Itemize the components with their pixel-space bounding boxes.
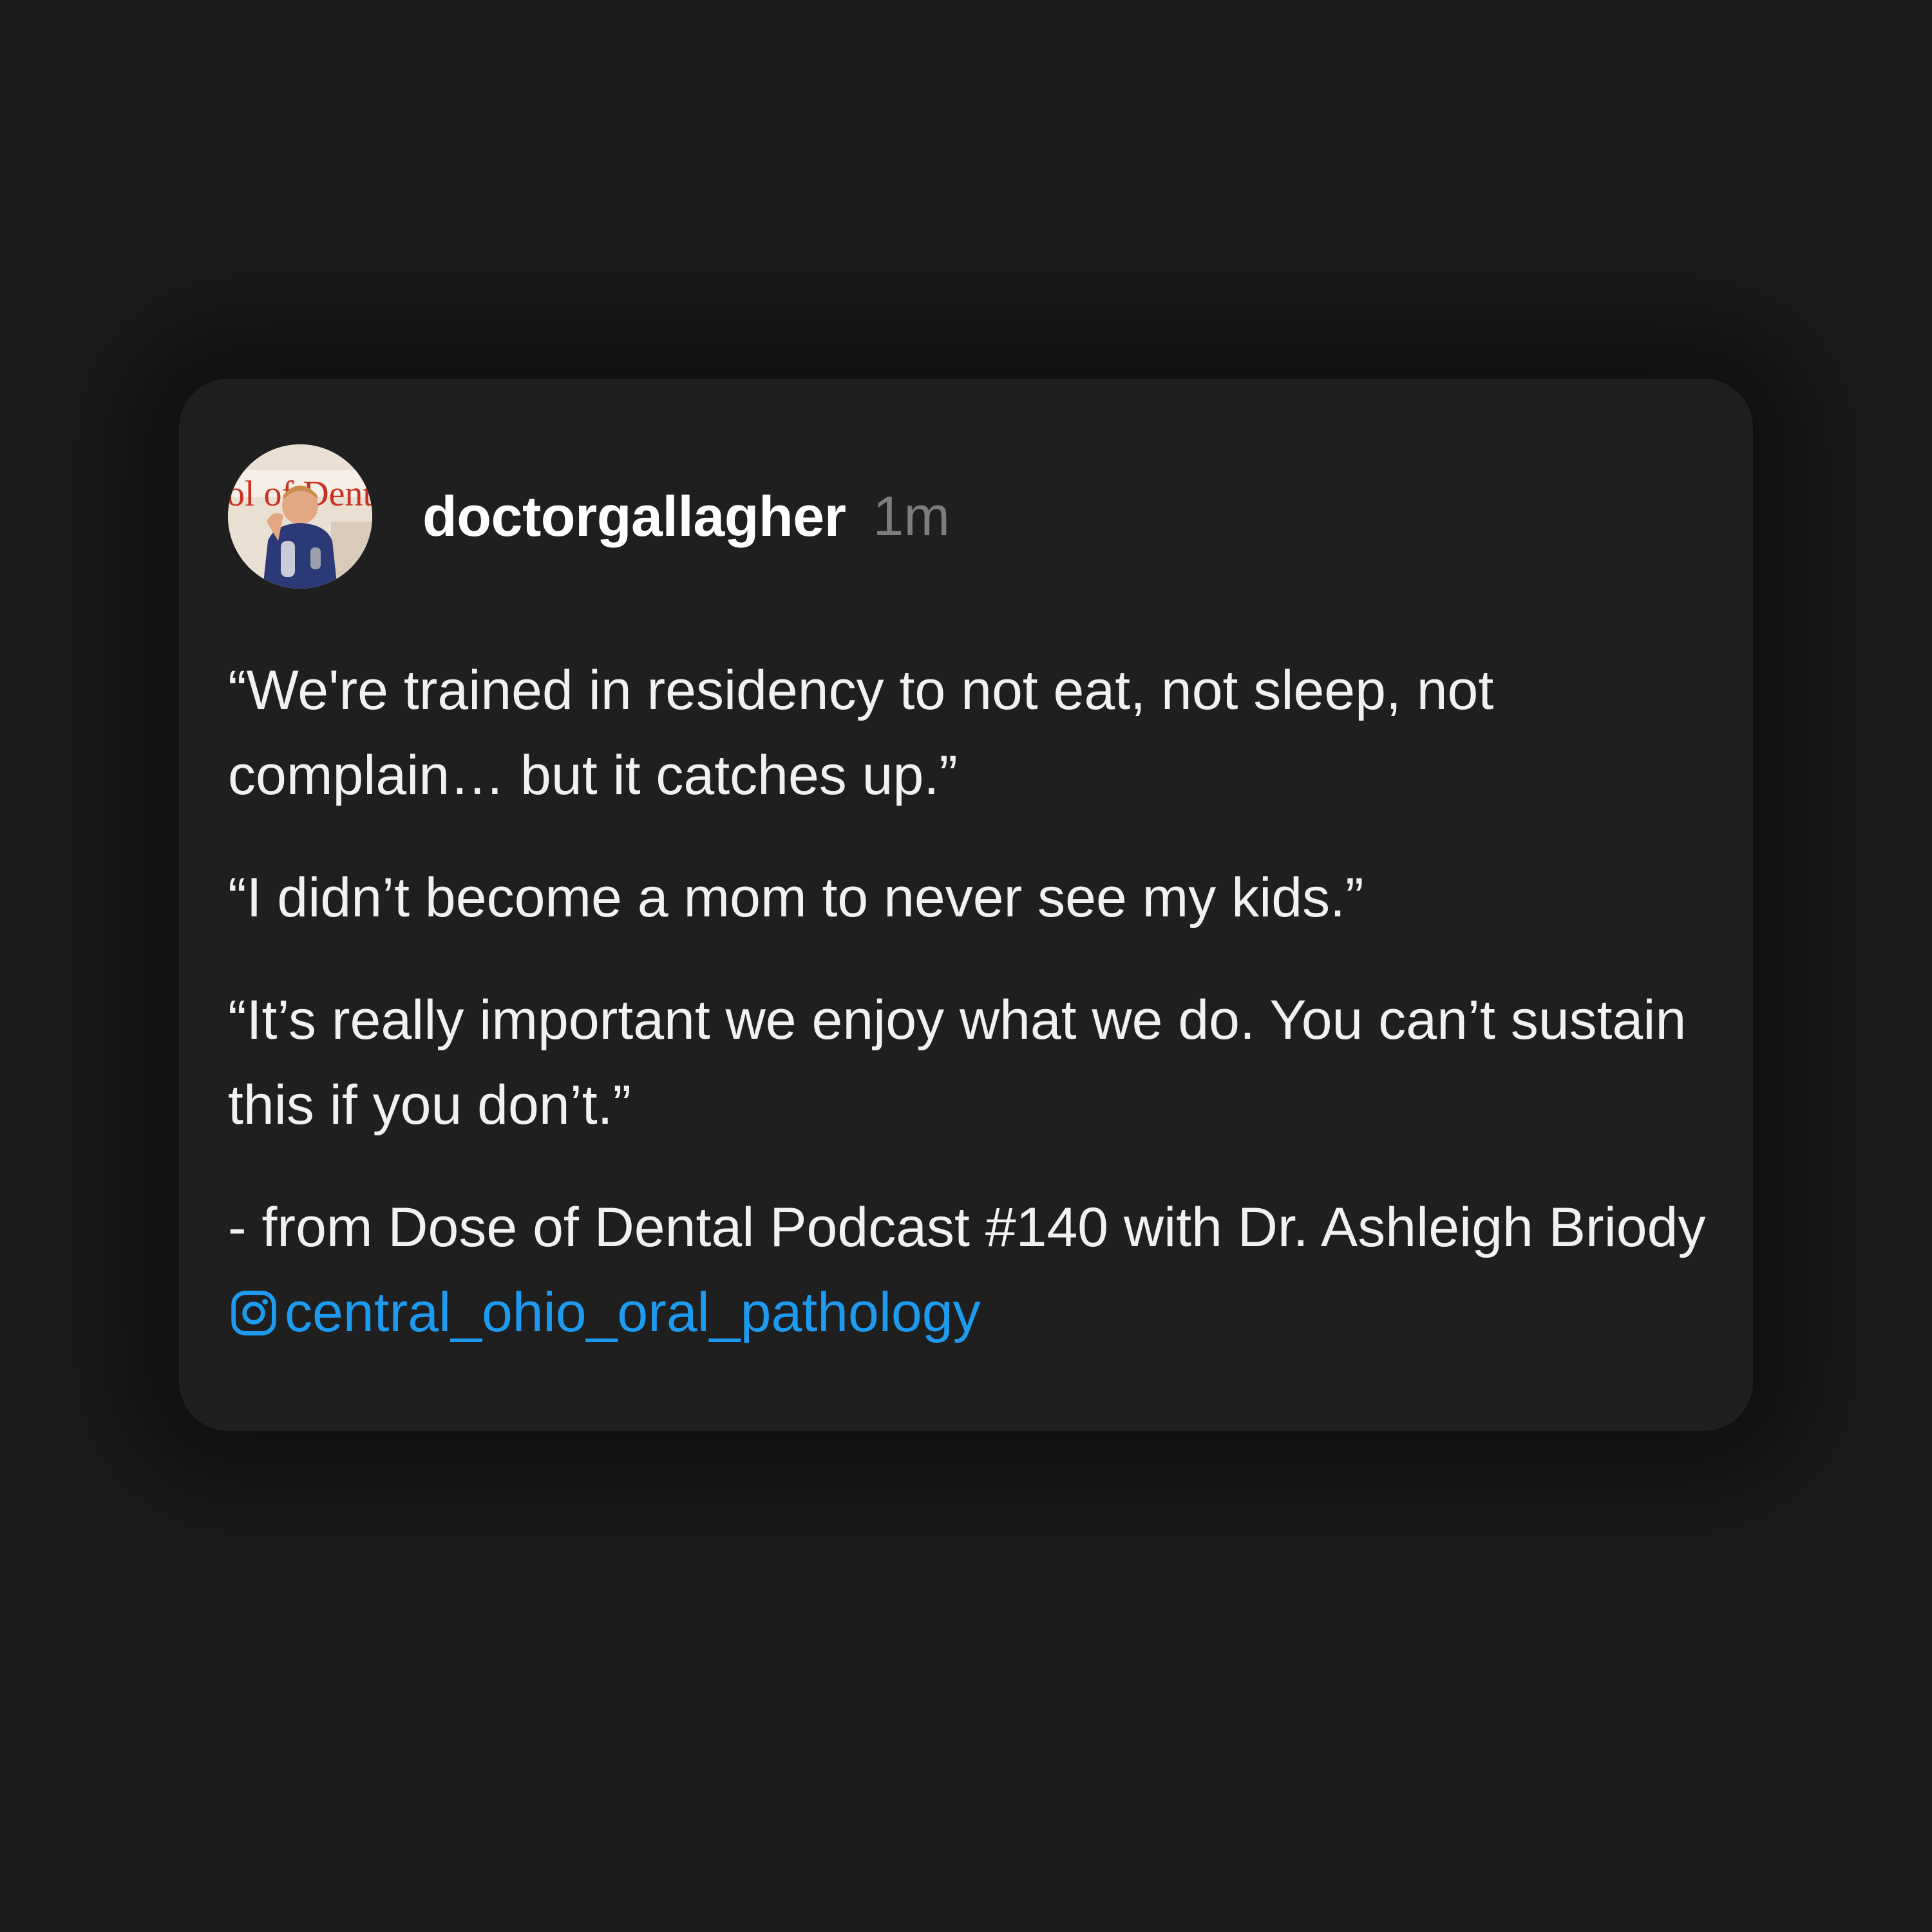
page-background: ol of Dental doctorgallagher 1m “We're t… (0, 0, 1932, 1932)
post-header: ol of Dental doctorgallagher 1m (228, 444, 950, 589)
post-card[interactable]: ol of Dental doctorgallagher 1m “We're t… (179, 379, 1753, 1431)
avatar-photo: ol of Dental (228, 444, 372, 589)
mention-handle: central_ohio_oral_pathology (285, 1282, 981, 1343)
post-credit: - from Dose of Dental Podcast #140 with … (228, 1185, 1728, 1355)
post-time: 1m (873, 485, 950, 547)
post-paragraph: “We're trained in residency to not eat, … (228, 659, 1494, 806)
instagram-mention-link[interactable]: central_ohio_oral_pathology (228, 1282, 981, 1343)
credit-text: - from Dose of Dental Podcast #140 with … (228, 1197, 1706, 1258)
instagram-icon (231, 1291, 276, 1336)
post-paragraph: “It’s really important we enjoy what we … (228, 989, 1687, 1136)
post-paragraph: “I didn’t become a mom to never see my k… (228, 867, 1364, 929)
username[interactable]: doctorgallagher (422, 484, 846, 549)
post-body: “We're trained in residency to not eat, … (228, 648, 1728, 1355)
avatar[interactable]: ol of Dental (228, 444, 372, 589)
